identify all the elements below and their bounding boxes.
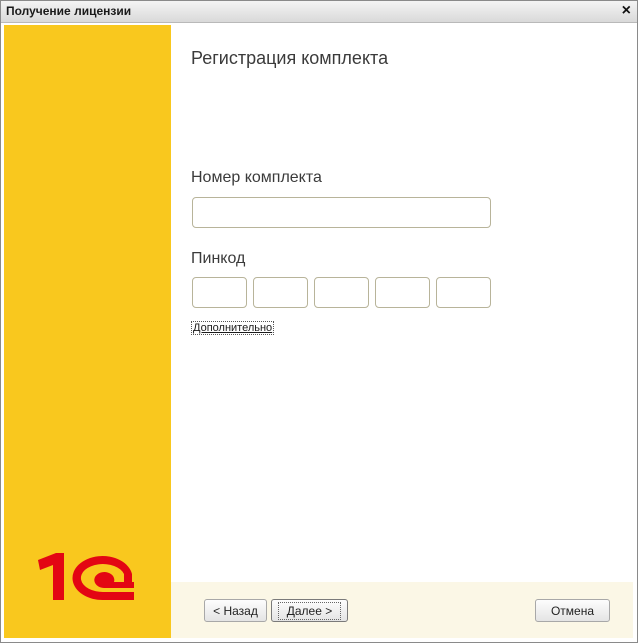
license-window: Получение лицензии × Регистрация комплек… bbox=[0, 0, 638, 643]
form-area: Регистрация комплекта Номер комплекта Пи… bbox=[171, 25, 633, 582]
pincode-input-1[interactable] bbox=[192, 277, 247, 308]
1c-logo-icon bbox=[38, 553, 134, 601]
window-title: Получение лицензии bbox=[6, 4, 132, 18]
cancel-button[interactable]: Отмена bbox=[535, 599, 610, 622]
page-title: Регистрация комплекта bbox=[191, 48, 389, 68]
pincode-input-5[interactable] bbox=[436, 277, 491, 308]
pincode-label: Пинкод bbox=[191, 250, 246, 267]
logo-digit-one bbox=[38, 553, 64, 600]
additional-link[interactable]: Дополнительно bbox=[191, 321, 275, 335]
next-button-label: Далее > bbox=[278, 601, 341, 620]
wizard-footer: < Назад Далее > Отмена bbox=[171, 582, 633, 638]
brand-sidebar bbox=[4, 25, 171, 638]
pincode-input-4[interactable] bbox=[375, 277, 430, 308]
pincode-input-2[interactable] bbox=[253, 277, 308, 308]
kit-number-input[interactable] bbox=[192, 197, 491, 228]
title-bar: Получение лицензии × bbox=[1, 1, 637, 23]
pincode-input-3[interactable] bbox=[314, 277, 369, 308]
back-button[interactable]: < Назад bbox=[204, 599, 267, 622]
next-button[interactable]: Далее > bbox=[271, 599, 348, 622]
kit-number-label: Номер комплекта bbox=[191, 169, 322, 186]
close-icon[interactable]: × bbox=[622, 2, 631, 20]
